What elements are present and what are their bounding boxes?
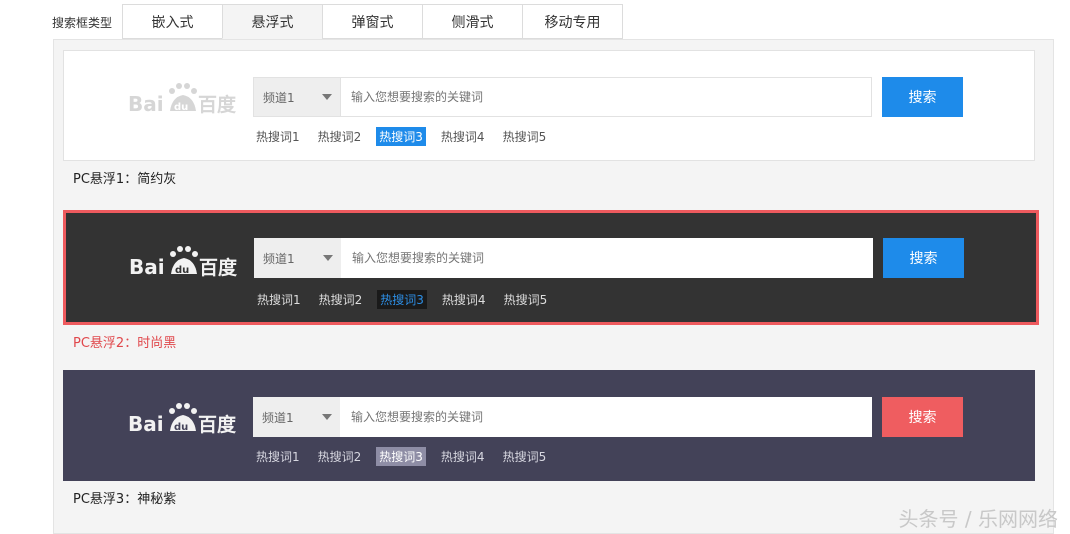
svg-text:du: du: [175, 265, 189, 276]
chevron-down-icon: [322, 94, 332, 100]
search-preview-gray[interactable]: Bai du 百度 频道1 搜索 热搜词1 热搜词2 热搜词3 热搜词4 热搜词…: [63, 50, 1035, 161]
tab-slide[interactable]: 侧滑式: [422, 4, 523, 39]
search-button[interactable]: 搜索: [882, 397, 963, 437]
caption-black: PC悬浮2：时尚黑: [73, 336, 177, 351]
hot-keyword[interactable]: 热搜词4: [438, 127, 488, 146]
tab-popup[interactable]: 弹窗式: [322, 4, 423, 39]
svg-text:Bai: Bai: [128, 92, 164, 116]
svg-text:Bai: Bai: [128, 412, 164, 436]
search-input[interactable]: [340, 77, 872, 117]
hot-keywords: 热搜词1 热搜词2 热搜词3 热搜词4 热搜词5: [253, 127, 561, 146]
hot-keyword[interactable]: 热搜词5: [500, 127, 550, 146]
search-preview-purple[interactable]: Bai du 百度 频道1 搜索 热搜词1 热搜词2 热搜词3 热搜词4 热搜词…: [63, 370, 1035, 481]
hot-keyword[interactable]: 热搜词4: [439, 290, 489, 309]
svg-text:du: du: [174, 102, 188, 113]
hot-keyword-selected[interactable]: 热搜词3: [377, 290, 427, 309]
search-input[interactable]: [341, 238, 873, 278]
svg-text:du: du: [174, 422, 188, 433]
chevron-down-icon: [322, 414, 332, 420]
hot-keyword-selected[interactable]: 热搜词3: [376, 127, 426, 146]
channel-select[interactable]: 频道1: [253, 77, 340, 117]
hot-keywords: 热搜词1 热搜词2 热搜词3 热搜词4 热搜词5: [253, 447, 561, 466]
hot-keyword[interactable]: 热搜词1: [253, 127, 303, 146]
search-button[interactable]: 搜索: [882, 77, 963, 117]
search-preview-black[interactable]: Bai du 百度 频道1 搜索 热搜词1 热搜词2 热搜词3 热搜词4 热搜词…: [63, 210, 1039, 325]
hot-keyword[interactable]: 热搜词2: [316, 290, 366, 309]
channel-select[interactable]: 频道1: [254, 238, 341, 278]
hot-keyword[interactable]: 热搜词1: [253, 447, 303, 466]
hot-keyword[interactable]: 热搜词5: [500, 447, 550, 466]
svg-text:Bai: Bai: [129, 255, 165, 279]
baidu-logo: Bai du 百度: [128, 83, 237, 116]
svg-text:百度: 百度: [199, 256, 238, 279]
watermark: 头条号 / 乐网网络: [898, 507, 1058, 531]
search-input[interactable]: [340, 397, 872, 437]
chevron-down-icon: [323, 255, 333, 261]
channel-value: 频道1: [262, 410, 294, 425]
hot-keyword[interactable]: 热搜词4: [438, 447, 488, 466]
tab-embedded[interactable]: 嵌入式: [122, 4, 223, 39]
channel-select[interactable]: 频道1: [253, 397, 340, 437]
hot-keywords: 热搜词1 热搜词2 热搜词3 热搜词4 热搜词5: [254, 290, 562, 309]
svg-text:百度: 百度: [198, 93, 237, 116]
tab-floating[interactable]: 悬浮式: [222, 4, 323, 39]
tab-mobile[interactable]: 移动专用: [522, 4, 623, 39]
caption-gray: PC悬浮1：简约灰: [73, 172, 177, 187]
search-button[interactable]: 搜索: [883, 238, 964, 278]
channel-value: 频道1: [263, 90, 295, 105]
hot-keyword[interactable]: 热搜词2: [315, 127, 365, 146]
style-tabs: 嵌入式 悬浮式 弹窗式 侧滑式 移动专用: [122, 4, 623, 39]
baidu-logo: Bai du 百度: [129, 246, 238, 279]
channel-value: 频道1: [263, 251, 295, 266]
search-type-label: 搜索框类型: [52, 16, 113, 30]
hot-keyword[interactable]: 热搜词1: [254, 290, 304, 309]
svg-text:百度: 百度: [198, 413, 237, 436]
hot-keyword-selected[interactable]: 热搜词3: [376, 447, 426, 466]
caption-purple: PC悬浮3：神秘紫: [73, 492, 177, 507]
baidu-logo: Bai du 百度: [128, 403, 237, 436]
hot-keyword[interactable]: 热搜词2: [315, 447, 365, 466]
hot-keyword[interactable]: 热搜词5: [501, 290, 551, 309]
